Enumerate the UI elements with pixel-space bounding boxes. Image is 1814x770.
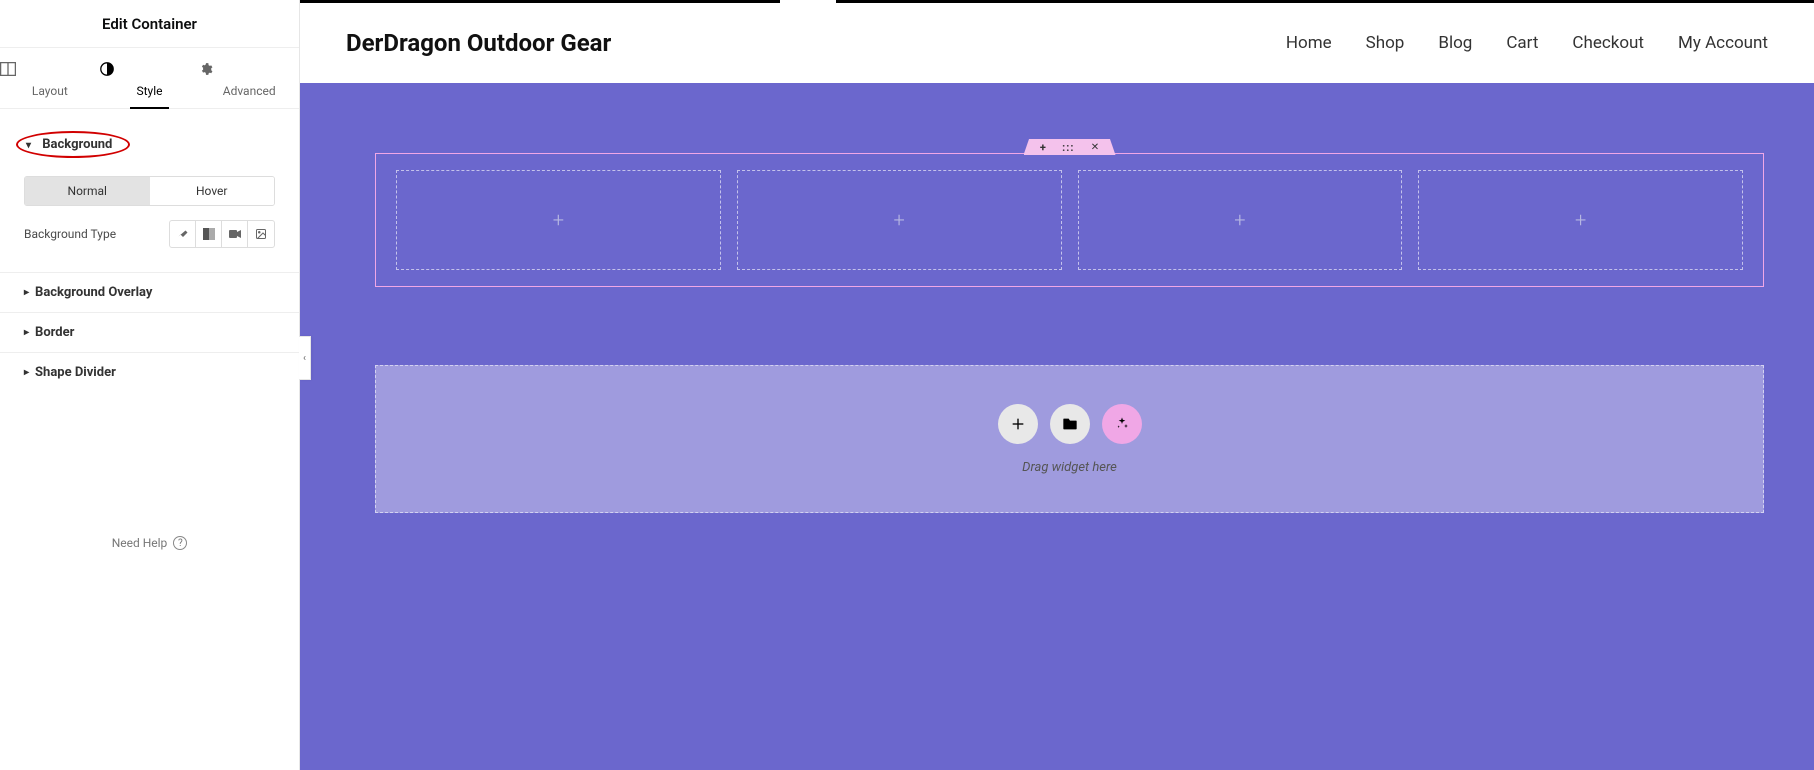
widget-dropzone[interactable]: Drag widget here xyxy=(375,365,1764,513)
plus-icon: + xyxy=(893,208,904,232)
tab-layout[interactable]: Layout xyxy=(0,48,100,108)
template-library-button[interactable] xyxy=(1050,404,1090,444)
preview-canvas: DerDragon Outdoor Gear Home Shop Blog Ca… xyxy=(300,0,1814,770)
nav-shop[interactable]: Shop xyxy=(1366,33,1405,53)
page-body: + ::: ✕ + + + + Drag widget here xyxy=(300,83,1814,770)
section-label: Border xyxy=(35,325,74,340)
nav-my-account[interactable]: My Account xyxy=(1678,33,1768,53)
nav-checkout[interactable]: Checkout xyxy=(1572,33,1644,53)
nav-blog[interactable]: Blog xyxy=(1438,33,1472,53)
bg-type-classic[interactable] xyxy=(170,221,196,247)
background-type-row: Background Type xyxy=(24,220,275,248)
empty-column[interactable]: + xyxy=(1418,170,1743,270)
section-overlay-header[interactable]: ▸ Background Overlay xyxy=(24,285,275,300)
tab-label: Layout xyxy=(32,84,68,98)
caret-right-icon: ▸ xyxy=(24,287,29,298)
dropzone-buttons xyxy=(998,404,1142,444)
nav-home[interactable]: Home xyxy=(1286,33,1332,53)
section-background-header[interactable]: ▾ Background xyxy=(24,131,275,158)
empty-column[interactable]: + xyxy=(737,170,1062,270)
section-background-overlay: ▸ Background Overlay xyxy=(0,273,299,313)
dropzone-hint: Drag widget here xyxy=(1022,460,1117,475)
section-label: Background xyxy=(42,137,112,152)
style-icon xyxy=(100,62,200,78)
container-close-button[interactable]: ✕ xyxy=(1091,142,1099,153)
plus-icon: + xyxy=(553,208,564,232)
ai-button[interactable] xyxy=(1102,404,1142,444)
help-icon: ? xyxy=(173,536,187,550)
panel-title: Edit Container xyxy=(102,15,197,33)
plus-icon: + xyxy=(1575,208,1586,232)
tab-style[interactable]: Style xyxy=(100,48,200,108)
bg-type-gradient[interactable] xyxy=(196,221,222,247)
state-normal-button[interactable]: Normal xyxy=(25,177,150,205)
site-nav: Home Shop Blog Cart Checkout My Account xyxy=(1286,33,1768,53)
section-border-header[interactable]: ▸ Border xyxy=(24,325,275,340)
empty-column[interactable]: + xyxy=(1078,170,1403,270)
section-shape-divider-header[interactable]: ▸ Shape Divider xyxy=(24,365,275,380)
section-label: Background Overlay xyxy=(35,285,152,300)
section-border: ▸ Border xyxy=(0,313,299,353)
caret-down-icon: ▾ xyxy=(26,140,31,151)
site-header: DerDragon Outdoor Gear Home Shop Blog Ca… xyxy=(300,3,1814,83)
container-add-button[interactable]: + xyxy=(1040,141,1046,154)
site-title: DerDragon Outdoor Gear xyxy=(346,29,611,57)
sidebar-collapse-handle[interactable]: ‹ xyxy=(299,336,311,380)
nav-cart[interactable]: Cart xyxy=(1506,33,1538,53)
help-label: Need Help xyxy=(112,536,168,550)
caret-right-icon: ▸ xyxy=(24,327,29,338)
gear-icon xyxy=(199,62,299,78)
chevron-left-icon: ‹ xyxy=(303,353,306,364)
empty-column[interactable]: + xyxy=(396,170,721,270)
highlight-annotation: ▾ Background xyxy=(16,131,130,158)
sidebar-footer: Need Help ? xyxy=(0,506,299,770)
background-type-buttons xyxy=(169,220,275,248)
state-toggle: Normal Hover xyxy=(24,176,275,206)
bg-type-slideshow[interactable] xyxy=(248,221,274,247)
selected-container[interactable]: + ::: ✕ + + + + xyxy=(375,153,1764,287)
plus-icon: + xyxy=(1234,208,1245,232)
panel-tabs: Layout Style Advanced xyxy=(0,48,299,109)
help-link[interactable]: Need Help ? xyxy=(112,536,188,550)
container-handle: + ::: ✕ xyxy=(1024,139,1116,155)
tab-advanced[interactable]: Advanced xyxy=(199,48,299,108)
caret-right-icon: ▸ xyxy=(24,367,29,378)
bg-type-video[interactable] xyxy=(222,221,248,247)
section-background: ▾ Background Normal Hover Background Typ… xyxy=(0,109,299,273)
container-drag-handle[interactable]: ::: xyxy=(1062,141,1074,154)
background-type-label: Background Type xyxy=(24,227,116,241)
layout-icon xyxy=(0,62,100,78)
tab-label: Advanced xyxy=(223,84,276,98)
panel-title-bar: Edit Container xyxy=(0,0,299,48)
editor-sidebar: Edit Container Layout Style Advanced ▾ B… xyxy=(0,0,300,770)
section-shape-divider: ▸ Shape Divider xyxy=(0,353,299,392)
section-label: Shape Divider xyxy=(35,365,116,380)
tab-label: Style xyxy=(137,84,163,98)
state-hover-button[interactable]: Hover xyxy=(150,177,275,205)
add-section-button[interactable] xyxy=(998,404,1038,444)
